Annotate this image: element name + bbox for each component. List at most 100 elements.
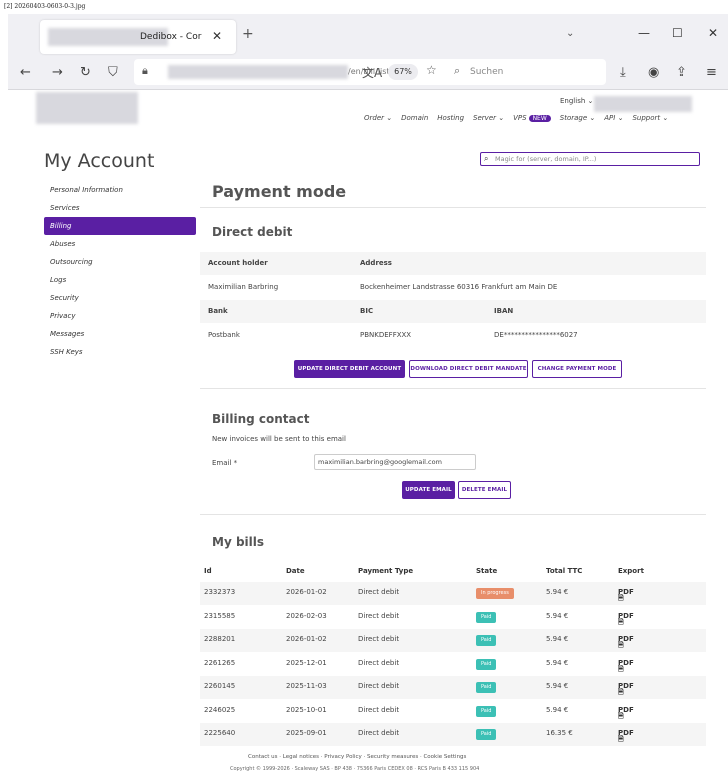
update-direct-debit-button[interactable]: UPDATE DIRECT DEBIT ACCOUNT [294, 360, 405, 378]
sidebar-item-security[interactable]: Security [44, 289, 196, 307]
download-mandate-button[interactable]: DOWNLOAD DIRECT DEBIT MANDATE [409, 360, 528, 378]
nav-api[interactable]: API ⌄ [604, 114, 623, 122]
bill-total: 16.35 € [546, 729, 573, 737]
table-row: 2315585 2026-02-03 Direct debit Paid 5.94 € 🗎… [200, 606, 706, 629]
translate-icon[interactable]: 文A [362, 64, 382, 81]
reload-icon[interactable]: ↻ [80, 65, 91, 80]
email-field[interactable]: maximilian.barbring@googlemail.com [314, 454, 476, 470]
language-selector[interactable]: English ⌄ [560, 97, 593, 105]
col-payment-type: Payment Type [358, 567, 414, 575]
bill-date: 2025-09-01 [286, 729, 327, 737]
image-caption: [2] 20260403-0603-0-3.jpg [4, 3, 86, 10]
sidebar-item-billing[interactable]: Billing [44, 217, 196, 235]
browser-tab[interactable]: Dedibox - Cor ✕ [40, 20, 236, 54]
bill-payment-type: Direct debit [358, 588, 400, 596]
back-icon[interactable]: ← [20, 65, 31, 80]
site-search-placeholder: Magic for (server, domain, IP...) [495, 155, 597, 163]
delete-email-button[interactable]: DELETE EMAIL [458, 481, 511, 499]
nav-domain[interactable]: Domain [401, 114, 428, 122]
bill-total: 5.94 € [546, 635, 569, 643]
download-icon[interactable]: ⤓ [620, 65, 626, 80]
sidebar-item-logs[interactable]: Logs [44, 271, 196, 289]
sidebar-item-outsourcing[interactable]: Outsourcing [44, 253, 196, 271]
zoom-level[interactable]: 67% [388, 64, 418, 80]
pdf-export-link[interactable]: 🗎︎ PDF [618, 729, 634, 743]
sidebar-item-services[interactable]: Services [44, 199, 196, 217]
bill-id: 2246025 [204, 705, 236, 714]
status-badge: Paid [476, 729, 497, 740]
shield-icon[interactable]: ⛉ [108, 65, 118, 80]
update-email-button[interactable]: UPDATE EMAIL [402, 481, 455, 499]
direct-debit-title: Direct debit [212, 225, 293, 239]
logo-blurred[interactable] [36, 92, 138, 124]
pdf-export-link[interactable]: 🗎︎ PDF [618, 635, 634, 649]
nav-storage[interactable]: Storage ⌄ [560, 114, 595, 122]
account-icon[interactable]: ◉ [648, 65, 659, 80]
minimize-icon[interactable]: — [638, 26, 650, 40]
new-tab-button[interactable]: + [242, 26, 254, 42]
bill-payment-type: Direct debit [358, 635, 400, 643]
sidebar-item-privacy[interactable]: Privacy [44, 307, 196, 325]
sidebar-item-abuses[interactable]: Abuses [44, 235, 196, 253]
forward-icon[interactable]: → [52, 65, 63, 80]
footer-copyright: Copyright © 1999-2026 · Scaleway SAS · B… [230, 766, 480, 772]
file-icon: 🗎︎ [618, 617, 624, 626]
pdf-export-link[interactable]: 🗎︎ PDF [618, 659, 634, 673]
sidebar-item-personal-information[interactable]: Personal Information [44, 181, 196, 199]
address-value: Bockenheimer Landstrasse 60316 Frankfurt… [360, 283, 558, 291]
account-holder-label: Account holder [208, 259, 268, 267]
billing-contact-note: New invoices will be sent to this email [212, 435, 346, 443]
col-date: Date [286, 567, 305, 575]
bookmark-star-icon[interactable]: ☆ [426, 63, 437, 77]
nav-hosting[interactable]: Hosting [437, 114, 464, 122]
bill-total: 5.94 € [546, 682, 569, 690]
nav-vps[interactable]: VPS NEW [513, 114, 551, 122]
pdf-export-link[interactable]: 🗎︎ PDF [618, 588, 634, 602]
bill-date: 2025-11-03 [286, 682, 327, 690]
footer-links[interactable]: Contact us · Legal notices · Privacy Pol… [248, 754, 466, 760]
bic-value: PBNKDEFFXXX [360, 331, 412, 339]
status-badge: Paid [476, 705, 497, 717]
pdf-export-link[interactable]: 🗎︎ PDF [618, 682, 634, 696]
table-row: 2288201 2026-01-02 Direct debit Paid 5.94 € 🗎… [200, 629, 706, 652]
divider [200, 207, 706, 208]
search-icon: ⌕ [484, 154, 489, 163]
url-bar[interactable]: 🔒︎ /en/bill/list 文A 67% ☆ ⌕ Suchen [134, 59, 606, 85]
direct-debit-bank-header-row: Bank BIC IBAN [200, 300, 706, 323]
file-icon: 🗎︎ [618, 735, 624, 743]
direct-debit-bank-row: Postbank PBNKDEFFXXX DE****************6… [200, 324, 706, 347]
bill-id: 2260145 [204, 682, 236, 690]
close-window-icon[interactable]: ✕ [708, 26, 718, 40]
pdf-export-link[interactable]: 🗎︎ PDF [618, 706, 634, 720]
pdf-export-link[interactable]: 🗎︎ PDF [618, 612, 634, 626]
lock-icon: 🔒︎ [142, 64, 148, 77]
navigation-bar: ← → ↻ ⛉ 🔒︎ /en/bill/list 文A 67% ☆ ⌕ Such… [8, 56, 728, 88]
browser-search-placeholder: Suchen [470, 67, 504, 77]
account-holder-value: Maximilian Barbring [208, 283, 279, 291]
new-badge: NEW [528, 115, 551, 122]
nav-support[interactable]: Support ⌄ [632, 114, 668, 122]
bill-payment-type: Direct debit [358, 682, 400, 690]
nav-order[interactable]: Order ⌄ [364, 114, 392, 122]
share-icon[interactable]: ⇪ [676, 65, 687, 80]
bill-total: 5.94 € [546, 658, 569, 667]
sidebar-item-messages[interactable]: Messages [44, 325, 196, 343]
change-payment-mode-button[interactable]: CHANGE PAYMENT MODE [532, 360, 622, 378]
menu-icon[interactable]: ≡ [706, 65, 717, 80]
bill-date: 2026-01-02 [286, 635, 327, 643]
col-total: Total TTC [546, 567, 583, 575]
payment-mode-title: Payment mode [212, 182, 347, 201]
tab-list-chevron-icon[interactable]: ⌄ [566, 28, 574, 39]
close-tab-icon[interactable]: ✕ [212, 29, 222, 43]
search-icon: ⌕ [454, 64, 461, 77]
file-icon: 🗎︎ [618, 711, 624, 720]
table-row: 2225640 2025-09-01 Direct debit Paid 16.35 €… [200, 723, 706, 746]
page-content: English ⌄ Order ⌄ Domain Hosting Server … [8, 90, 728, 780]
bill-total: 5.94 € [546, 611, 569, 620]
maximize-icon[interactable]: ☐ [672, 26, 683, 40]
sidebar-item-ssh-keys[interactable]: SSH Keys [44, 343, 196, 361]
site-search-input[interactable]: ⌕ Magic for (server, domain, IP...) [480, 152, 700, 166]
bill-id: 2225640 [204, 729, 236, 737]
nav-server[interactable]: Server ⌄ [473, 114, 504, 122]
browser-search-box[interactable]: ⌕ Suchen [452, 62, 602, 82]
